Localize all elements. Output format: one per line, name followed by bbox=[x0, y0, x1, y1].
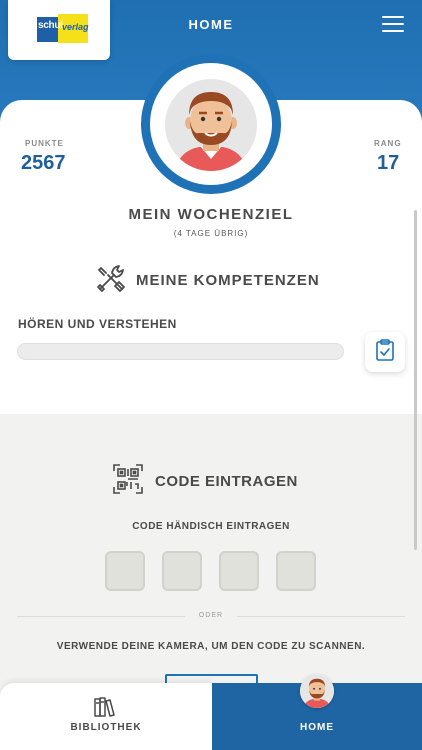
scrollbar[interactable] bbox=[414, 210, 417, 550]
tab-home-avatar[interactable] bbox=[300, 674, 334, 708]
menu-icon[interactable] bbox=[382, 16, 404, 32]
qr-code-icon bbox=[113, 463, 143, 499]
competences-header: MEINE KOMPETENZEN bbox=[95, 264, 320, 296]
or-label: ODER bbox=[198, 612, 224, 619]
page-title: HOME bbox=[188, 17, 234, 32]
camera-instruction: VERWENDE DEINE KAMERA, UM DEN CODE ZU SC… bbox=[56, 641, 366, 652]
code-title: CODE EINTRAGEN bbox=[155, 472, 298, 490]
tools-icon bbox=[95, 262, 127, 299]
code-field-4[interactable] bbox=[276, 551, 316, 591]
rank-label: RANG bbox=[374, 139, 402, 148]
code-field-1[interactable] bbox=[105, 551, 145, 591]
code-section bbox=[0, 414, 422, 704]
tab-bar: BIBLIOTHEK HOME bbox=[0, 683, 422, 750]
clipboard-button[interactable] bbox=[365, 332, 405, 372]
tab-bibliothek[interactable]: BIBLIOTHEK bbox=[0, 683, 212, 750]
tab-bibliothek-label: BIBLIOTHEK bbox=[70, 722, 142, 733]
code-field-3[interactable] bbox=[219, 551, 259, 591]
books-icon bbox=[94, 697, 116, 722]
points-value: 2567 bbox=[21, 152, 66, 174]
avatar[interactable] bbox=[165, 79, 257, 171]
code-header: CODE EINTRAGEN bbox=[113, 463, 298, 499]
code-manual-label: CODE HÄNDISCH EINTRAGEN bbox=[132, 521, 290, 532]
rank-value: 17 bbox=[377, 152, 400, 174]
weekly-goal-title: MEIN WOCHENZIEL bbox=[128, 206, 294, 223]
tab-home-label: HOME bbox=[300, 722, 334, 733]
skill-progress-bar bbox=[17, 343, 344, 360]
clipboard-check-icon bbox=[375, 338, 395, 366]
points-label: PUNKTE bbox=[25, 139, 64, 148]
weekly-goal-subtitle: (4 TAGE ÜBRIG) bbox=[173, 229, 249, 238]
competences-title: MEINE KOMPETENZEN bbox=[136, 271, 320, 289]
code-field-2[interactable] bbox=[162, 551, 202, 591]
skill-label: HÖREN UND VERSTEHEN bbox=[18, 317, 177, 331]
